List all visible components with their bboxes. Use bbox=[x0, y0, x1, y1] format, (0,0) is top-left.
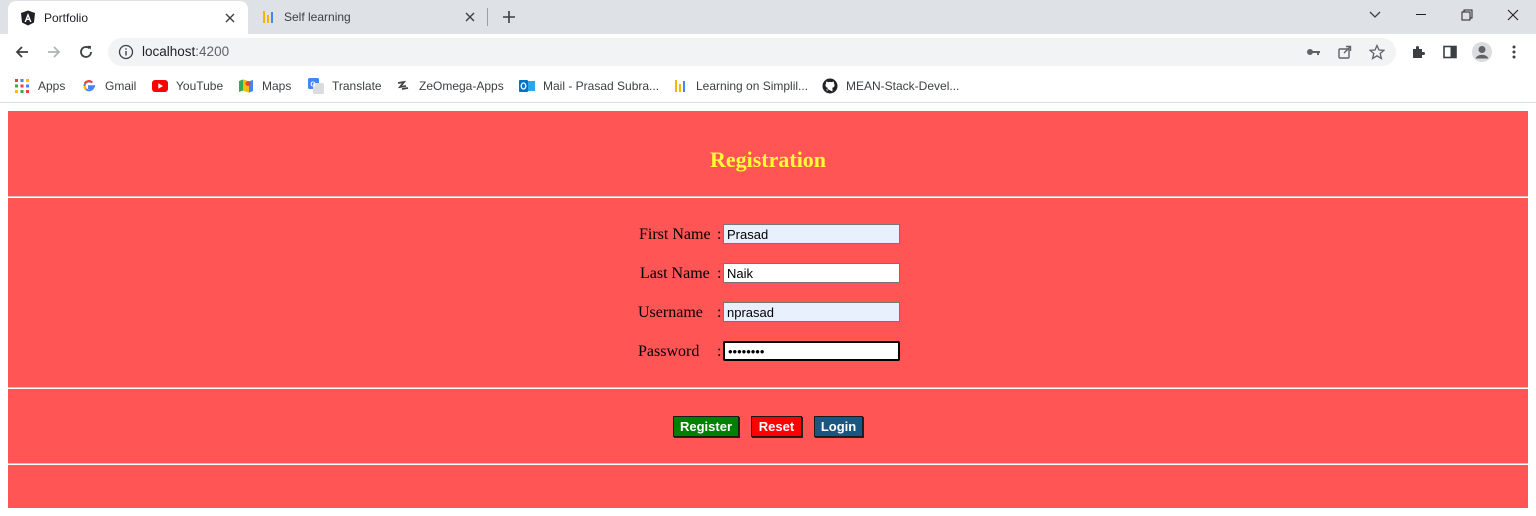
maps-icon bbox=[238, 78, 254, 94]
simplilearn-icon bbox=[260, 9, 276, 25]
password-label: Password bbox=[638, 343, 700, 360]
minimize-icon[interactable] bbox=[1398, 0, 1444, 30]
tab-search-chevron-icon[interactable] bbox=[1352, 0, 1398, 30]
site-info-icon[interactable] bbox=[118, 44, 134, 60]
tab-title: Self learning bbox=[284, 10, 351, 24]
divider bbox=[8, 196, 1528, 198]
bookmarks-bar: Apps Gmail YouTube Maps G Translate ZeOm… bbox=[0, 70, 1536, 103]
share-icon[interactable] bbox=[1336, 43, 1354, 61]
google-icon bbox=[81, 78, 97, 94]
outlook-icon bbox=[519, 78, 535, 94]
back-arrow-icon[interactable] bbox=[8, 38, 36, 66]
bookmark-label: YouTube bbox=[176, 79, 224, 93]
browser-toolbar: localhost:4200 bbox=[0, 34, 1536, 70]
translate-icon: G bbox=[308, 78, 324, 94]
bookmark-label: Translate bbox=[332, 79, 382, 93]
registration-page: Registration First Name : Last Name : Us… bbox=[8, 111, 1528, 508]
bookmark-label: Learning on Simplil... bbox=[696, 79, 809, 93]
divider bbox=[8, 463, 1528, 465]
colon: : bbox=[717, 343, 722, 360]
colon: : bbox=[717, 226, 722, 243]
bookmark-translate[interactable]: G Translate bbox=[308, 76, 382, 96]
bookmark-apps[interactable]: Apps bbox=[14, 76, 65, 96]
window-close-icon[interactable] bbox=[1490, 0, 1536, 30]
password-row: Password : bbox=[8, 341, 1528, 363]
bookmark-label: ZeOmega-Apps bbox=[419, 79, 504, 93]
simplilearn-icon bbox=[672, 78, 688, 94]
url-host: localhost bbox=[142, 44, 196, 59]
tab-strip: Portfolio Self learning bbox=[0, 0, 1536, 34]
username-label: Username bbox=[638, 304, 703, 321]
zeomega-icon bbox=[395, 78, 411, 94]
divider bbox=[8, 387, 1528, 389]
bookmark-mail[interactable]: Mail - Prasad Subra... bbox=[519, 76, 659, 96]
github-icon bbox=[822, 78, 838, 94]
bookmark-simplilearn[interactable]: Learning on Simplil... bbox=[672, 76, 808, 96]
tab-portfolio[interactable]: Portfolio bbox=[8, 1, 248, 34]
profile-avatar-icon[interactable] bbox=[1468, 38, 1496, 66]
login-button[interactable]: Login bbox=[814, 416, 863, 437]
star-icon[interactable] bbox=[1368, 43, 1386, 61]
key-icon[interactable] bbox=[1304, 43, 1322, 61]
close-icon[interactable] bbox=[458, 5, 482, 29]
reset-button[interactable]: Reset bbox=[751, 416, 802, 437]
new-tab-icon[interactable] bbox=[498, 6, 520, 28]
bookmark-mean-stack[interactable]: MEAN-Stack-Devel... bbox=[822, 76, 959, 96]
first-name-row: First Name : bbox=[8, 224, 1528, 246]
bookmark-gmail[interactable]: Gmail bbox=[81, 76, 136, 96]
url-port: :4200 bbox=[195, 44, 230, 59]
colon: : bbox=[717, 265, 722, 282]
svg-text:G: G bbox=[310, 82, 316, 89]
tab-separator bbox=[487, 8, 488, 26]
close-icon[interactable] bbox=[218, 6, 242, 30]
bookmark-label: Mail - Prasad Subra... bbox=[543, 79, 660, 93]
bookmark-label: MEAN-Stack-Devel... bbox=[846, 79, 960, 93]
tab-self-learning[interactable]: Self learning bbox=[248, 0, 488, 34]
forward-arrow-icon[interactable] bbox=[40, 38, 68, 66]
restore-icon[interactable] bbox=[1444, 0, 1490, 30]
first-name-input[interactable] bbox=[723, 224, 900, 244]
bookmark-label: Gmail bbox=[105, 79, 137, 93]
bookmark-youtube[interactable]: YouTube bbox=[152, 76, 223, 96]
username-input[interactable] bbox=[723, 302, 900, 322]
bookmark-label: Maps bbox=[262, 79, 292, 93]
password-input[interactable] bbox=[723, 341, 900, 361]
username-row: Username : bbox=[8, 302, 1528, 324]
address-url: localhost:4200 bbox=[142, 44, 229, 59]
first-name-label: First Name bbox=[639, 226, 711, 243]
bookmark-maps[interactable]: Maps bbox=[238, 76, 291, 96]
colon: : bbox=[717, 304, 722, 321]
tab-title: Portfolio bbox=[44, 10, 89, 25]
apps-grid-icon bbox=[14, 78, 30, 94]
menu-kebab-icon[interactable] bbox=[1500, 38, 1528, 66]
bookmark-label: Apps bbox=[38, 79, 66, 93]
side-panel-icon[interactable] bbox=[1436, 38, 1464, 66]
register-button[interactable]: Register bbox=[673, 416, 739, 437]
extensions-icon[interactable] bbox=[1404, 38, 1432, 66]
page-title: Registration bbox=[709, 147, 827, 172]
youtube-icon bbox=[152, 78, 168, 94]
angular-icon bbox=[20, 10, 36, 26]
last-name-input[interactable] bbox=[723, 263, 900, 283]
bookmark-zeomega[interactable]: ZeOmega-Apps bbox=[395, 76, 504, 96]
address-bar[interactable]: localhost:4200 bbox=[108, 38, 1396, 66]
last-name-row: Last Name : bbox=[8, 263, 1528, 285]
reload-icon[interactable] bbox=[72, 38, 100, 66]
last-name-label: Last Name bbox=[640, 265, 710, 282]
